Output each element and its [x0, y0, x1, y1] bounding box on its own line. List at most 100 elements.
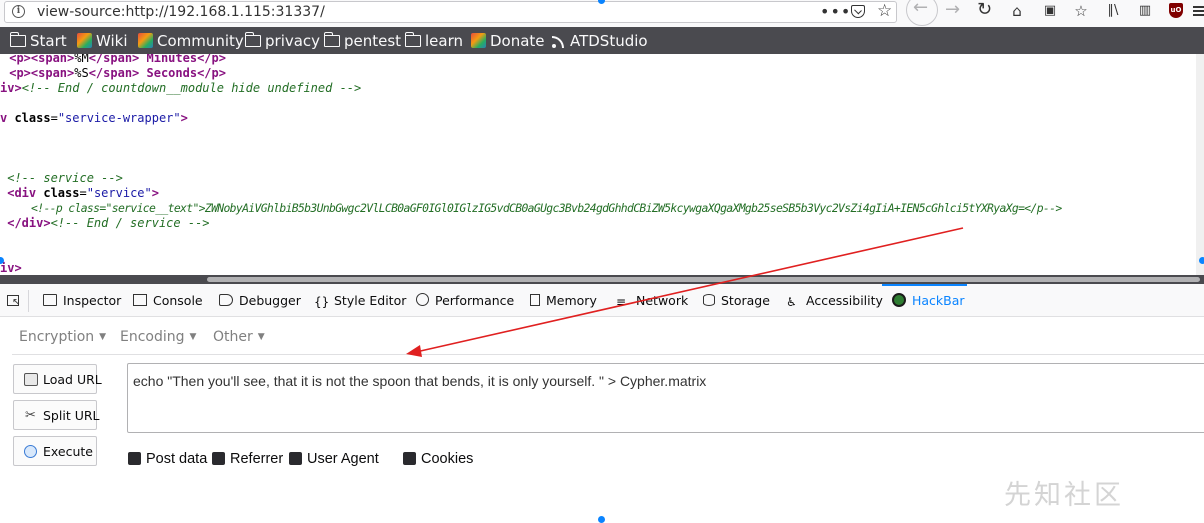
bookmark-atdstudio[interactable]: ATDStudio: [552, 32, 648, 50]
source-line: iv><!-- End / countdown__module hide und…: [0, 81, 362, 95]
menu-label: Encryption: [19, 329, 95, 345]
tab-network[interactable]: ≡ Network: [616, 293, 688, 309]
checkbox-box[interactable]: [403, 452, 416, 465]
cookies-checkbox[interactable]: Cookies: [403, 451, 473, 467]
split-url-button[interactable]: ✂ Split URL: [13, 400, 100, 430]
pocket-icon[interactable]: [851, 5, 865, 18]
back-button[interactable]: ←: [906, 0, 938, 26]
tab-label: Accessibility: [806, 293, 883, 308]
tab-inspector[interactable]: Inspector: [43, 293, 121, 308]
tab-accessibility[interactable]: ♿ Accessibility: [786, 293, 883, 308]
post-data-checkbox[interactable]: Post data: [128, 451, 207, 467]
reading-star-icon[interactable]: ☆: [1073, 3, 1089, 19]
scissors-icon: ✂: [25, 408, 36, 423]
info-icon[interactable]: i: [12, 5, 25, 18]
ellipsis-icon[interactable]: •••: [820, 2, 851, 21]
source-line: v class="service-wrapper">: [0, 111, 188, 125]
source-line: <p><span>%M</span> Minutes</p>: [2, 54, 226, 65]
bookmark-label: Donate: [490, 32, 545, 50]
referrer-checkbox[interactable]: Referrer: [212, 451, 283, 467]
kali-icon: [471, 33, 486, 48]
reload-icon[interactable]: ↻: [977, 0, 992, 20]
caret-down-icon: ▼: [99, 332, 107, 342]
execute-button[interactable]: Execute: [13, 436, 97, 466]
bookmark-start[interactable]: Start: [10, 32, 67, 50]
vertical-scrollbar[interactable]: [1196, 54, 1204, 275]
menu-label: Encoding: [120, 329, 185, 345]
folder-icon: [245, 32, 261, 47]
library-icon[interactable]: ∥\: [1105, 3, 1121, 19]
tab-debugger[interactable]: Debugger: [219, 293, 301, 308]
forward-icon[interactable]: →: [945, 0, 960, 20]
checkbox-label: User Agent: [307, 451, 379, 467]
tab-label: Style Editor: [334, 293, 407, 308]
bookmark-label: Start: [30, 32, 67, 50]
url-textarea[interactable]: echo "Then you'll see, that it is not th…: [127, 363, 1204, 433]
bookmark-label: Wiki: [96, 32, 128, 50]
execute-icon: [24, 445, 37, 458]
source-line: <div class="service">: [0, 186, 159, 200]
devtools-toolbar: Inspector Console Debugger {} Style Edito…: [0, 284, 1204, 317]
caret-down-icon: ▼: [189, 332, 197, 342]
checkbox-box[interactable]: [212, 452, 225, 465]
tab-style-editor[interactable]: {} Style Editor: [314, 293, 406, 308]
bookmark-community[interactable]: Community: [138, 32, 244, 50]
accessibility-icon: ♿: [786, 295, 797, 309]
bookmarks-toolbar: Start Wiki Community privacy pentest lea…: [0, 27, 1204, 54]
menu-encoding[interactable]: Encoding ▼: [120, 329, 196, 345]
bookmark-wiki[interactable]: Wiki: [77, 32, 128, 50]
sidebar-icon[interactable]: ▥: [1137, 3, 1153, 19]
tab-label: Storage: [721, 293, 770, 308]
bookmark-privacy[interactable]: privacy: [245, 32, 320, 50]
scrollbar-thumb[interactable]: [207, 277, 1200, 282]
home-icon[interactable]: ⌂: [1009, 3, 1025, 19]
load-url-icon: [24, 373, 38, 386]
menu-label: Other: [213, 329, 253, 345]
user-agent-checkbox[interactable]: User Agent: [289, 451, 379, 467]
checkbox-box[interactable]: [289, 452, 302, 465]
tab-performance[interactable]: Performance: [416, 293, 514, 308]
memory-icon: [530, 294, 540, 306]
folder-icon: [405, 32, 421, 47]
bookmark-pentest[interactable]: pentest: [324, 32, 401, 50]
bookmark-learn[interactable]: learn: [405, 32, 463, 50]
source-line: iv>: [0, 261, 22, 275]
toolbar-divider: [28, 290, 29, 312]
screenshot-icon[interactable]: ▣: [1042, 3, 1058, 19]
menu-icon[interactable]: [1193, 6, 1204, 8]
back-icon: ←: [913, 0, 929, 18]
menu-other[interactable]: Other ▼: [213, 329, 265, 345]
active-tab-indicator: [882, 284, 967, 286]
url-field[interactable]: i view-source:http://192.168.1.115:31337…: [4, 1, 897, 23]
hackbar-icon: [892, 293, 906, 307]
load-url-button[interactable]: Load URL: [13, 364, 102, 394]
tab-memory[interactable]: Memory: [530, 293, 597, 308]
tab-hackbar[interactable]: HackBar: [892, 293, 965, 308]
element-picker-icon[interactable]: [7, 295, 20, 308]
checkbox-box[interactable]: [128, 452, 141, 465]
console-icon: [133, 294, 147, 306]
tab-label: Inspector: [63, 293, 122, 308]
button-label: Split URL: [43, 408, 100, 423]
hackbar-menu-bar: Encryption ▼ Encoding ▼ Other ▼: [12, 329, 1204, 351]
encoded-comment-line: <!--p class="service__text">ZWNobyAiVGhl…: [0, 201, 1062, 215]
caret-down-icon: ▼: [257, 332, 265, 342]
url-text[interactable]: view-source:http://192.168.1.115:31337/: [37, 4, 325, 20]
inspector-icon: [43, 294, 57, 306]
checkbox-label: Referrer: [230, 451, 284, 467]
bookmark-label: learn: [425, 32, 463, 50]
ublock-icon[interactable]: uO: [1169, 3, 1183, 18]
menu-encryption[interactable]: Encryption ▼: [19, 329, 106, 345]
folder-icon: [324, 32, 340, 47]
tab-console[interactable]: Console: [133, 293, 203, 308]
horizontal-scrollbar[interactable]: [0, 275, 1204, 284]
bookmark-star-icon[interactable]: ☆: [877, 1, 892, 21]
bookmark-donate[interactable]: Donate: [471, 32, 545, 50]
textarea-value[interactable]: echo "Then you'll see, that it is not th…: [133, 373, 706, 389]
tab-label: Network: [636, 293, 689, 308]
tab-label: Memory: [546, 293, 597, 308]
source-line: <!-- service -->: [0, 171, 123, 185]
tab-storage[interactable]: Storage: [703, 293, 770, 308]
bookmark-label: pentest: [344, 32, 402, 50]
performance-icon: [416, 293, 429, 306]
